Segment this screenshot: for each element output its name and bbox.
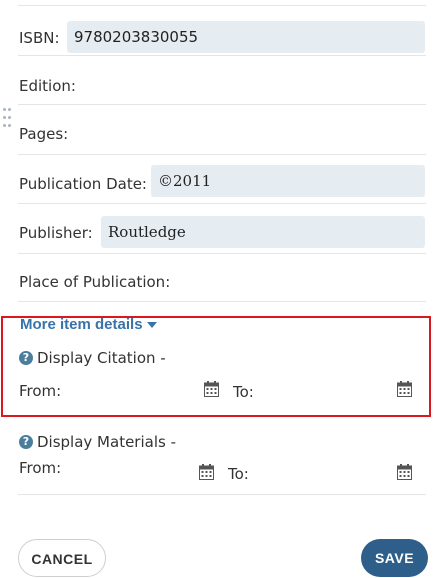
- help-icon[interactable]: ?: [19, 351, 33, 365]
- edition-label: Edition:: [19, 77, 76, 95]
- publisher-label: Publisher:: [19, 224, 93, 242]
- calendar-icon[interactable]: [397, 464, 412, 480]
- more-item-details-toggle[interactable]: More item details: [20, 316, 157, 333]
- help-icon[interactable]: ?: [19, 435, 33, 449]
- citation-from-label: From:: [19, 382, 62, 400]
- divider: [18, 253, 426, 254]
- place-of-publication-label: Place of Publication:: [19, 273, 171, 291]
- divider: [18, 301, 426, 302]
- divider: [18, 154, 426, 155]
- publication-date-label: Publication Date:: [19, 175, 147, 193]
- calendar-icon[interactable]: [397, 381, 412, 397]
- cancel-button[interactable]: CANCEL: [18, 539, 106, 577]
- divider: [18, 494, 426, 495]
- publisher-field[interactable]: Routledge: [101, 216, 425, 248]
- divider: [18, 203, 426, 204]
- pages-label: Pages:: [19, 125, 69, 143]
- divider: [18, 55, 426, 56]
- display-materials-label: Display Materials -: [37, 433, 176, 451]
- calendar-icon[interactable]: [199, 464, 214, 480]
- save-button[interactable]: SAVE: [361, 539, 428, 577]
- materials-from-label: From:: [19, 459, 62, 477]
- display-citation-label: Display Citation -: [37, 349, 166, 367]
- divider: [18, 104, 426, 105]
- materials-to-label: To:: [228, 465, 249, 483]
- isbn-label: ISBN:: [19, 29, 60, 47]
- calendar-icon[interactable]: [204, 381, 219, 397]
- drag-handle-icon[interactable]: [3, 108, 13, 134]
- isbn-field[interactable]: 9780203830055: [67, 21, 425, 53]
- citation-to-label: To:: [233, 383, 254, 401]
- more-item-details-label: More item details: [20, 316, 143, 333]
- publication-date-field[interactable]: ©2011: [151, 165, 425, 197]
- caret-down-icon: [146, 322, 157, 329]
- divider-top: [18, 5, 426, 6]
